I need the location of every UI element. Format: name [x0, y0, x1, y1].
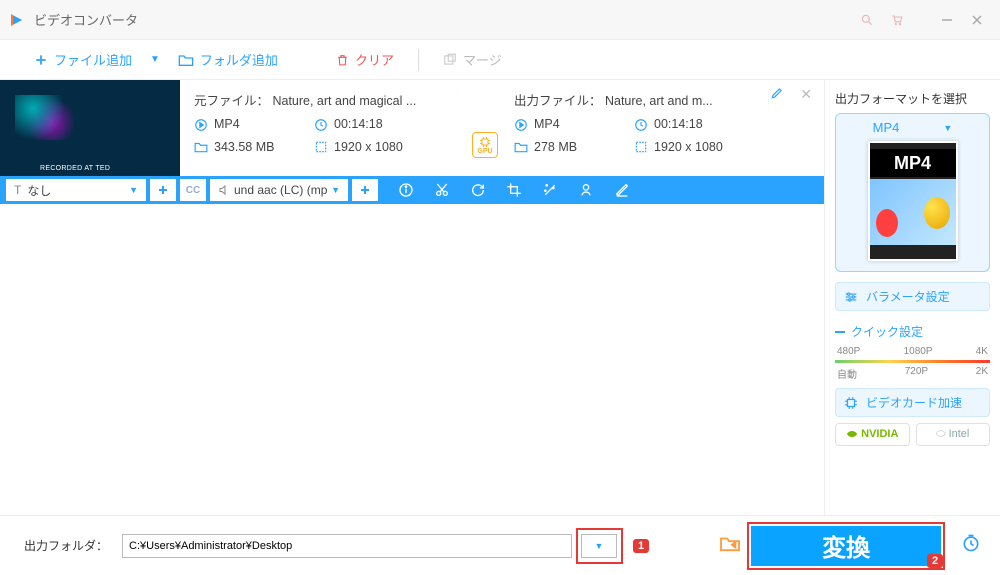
nvidia-badge[interactable]: NVIDIA — [835, 423, 910, 446]
chevron-down-icon: ▼ — [331, 185, 340, 195]
edit-output-name-icon[interactable] — [770, 86, 784, 105]
info-tool-icon[interactable] — [390, 176, 422, 204]
schedule-icon[interactable] — [961, 533, 981, 558]
add-file-dropdown-caret[interactable]: ▼ — [146, 54, 164, 65]
watermark-tool-icon[interactable] — [570, 176, 602, 204]
out-resolution: 1920 x 1080 — [654, 140, 723, 154]
folder-icon — [514, 140, 528, 154]
out-duration: 00:14:18 — [654, 117, 703, 131]
merge-button[interactable]: マージ — [437, 46, 508, 73]
source-file-label: 元ファイル： Nature, art and magical ... — [194, 90, 464, 109]
chevron-down-icon: ▼ — [595, 541, 604, 551]
quality-slider[interactable]: 480P 1080P 4K 自動 720P 2K — [835, 346, 990, 380]
search-icon[interactable] — [852, 5, 882, 35]
video-thumbnail[interactable]: RECORDED AT TED — [0, 80, 180, 176]
cut-tool-icon[interactable] — [426, 176, 458, 204]
add-file-button[interactable]: ファイル追加 — [28, 46, 138, 73]
subtitle-value: なし — [27, 182, 129, 199]
open-output-folder-icon[interactable] — [719, 534, 741, 557]
add-folder-label: フォルダ追加 — [200, 50, 278, 69]
convert-label: 変換 — [822, 528, 870, 563]
resolution-icon — [634, 140, 648, 154]
format-value: MP4 — [873, 120, 900, 135]
gpu-chip-icon[interactable]: GPU — [472, 132, 498, 158]
callout-marker-2: 2 — [927, 554, 943, 568]
cc-button[interactable]: CC — [180, 179, 206, 201]
add-audio-button[interactable] — [352, 179, 378, 201]
clear-button[interactable]: クリア — [330, 46, 400, 73]
chevron-down-icon: ▼ — [129, 185, 138, 195]
app-title: ビデオコンバータ — [34, 10, 852, 29]
toolbar-separator — [418, 49, 419, 71]
subtitle-tool-icon[interactable] — [606, 176, 638, 204]
intel-badge[interactable]: ⬭ Intel — [916, 423, 991, 446]
output-path-input[interactable]: C:¥Users¥Administrator¥Desktop — [122, 534, 572, 558]
src-duration: 00:14:18 — [334, 117, 383, 131]
gpu-accel-label: ビデオカード加速 — [866, 394, 962, 411]
src-size: 343.58 MB — [214, 140, 274, 154]
out-format: MP4 — [534, 117, 560, 131]
format-selector[interactable]: MP4 ▼ MP4 — [835, 113, 990, 272]
out-size: 278 MB — [534, 140, 577, 154]
subtitle-select[interactable]: T なし ▼ — [6, 179, 146, 201]
add-subtitle-button[interactable] — [150, 179, 176, 201]
file-item: RECORDED AT TED 元ファイル： Nature, art and m… — [0, 80, 824, 176]
src-resolution: 1920 x 1080 — [334, 140, 403, 154]
format-preview-icon: MP4 — [868, 141, 958, 261]
clock-icon — [634, 118, 648, 132]
output-file-label: 出力ファイル： Nature, art and m... — [514, 90, 784, 109]
resolution-icon — [314, 140, 328, 154]
param-settings-button[interactable]: バラメータ設定 — [835, 282, 990, 311]
chevron-down-icon: ▼ — [943, 123, 952, 133]
output-path-dropdown[interactable]: ▼ — [581, 534, 617, 558]
add-file-label: ファイル追加 — [54, 50, 132, 69]
convert-button[interactable]: 変換 — [751, 526, 941, 566]
crop-tool-icon[interactable] — [498, 176, 530, 204]
close-button[interactable] — [962, 5, 992, 35]
minimize-button[interactable] — [932, 5, 962, 35]
edit-toolbar: T なし ▼ CC und aac (LC) (mp ▼ — [0, 176, 824, 204]
callout-marker-1: 1 — [633, 539, 649, 553]
src-format: MP4 — [214, 117, 240, 131]
add-folder-button[interactable]: フォルダ追加 — [172, 46, 284, 73]
merge-label: マージ — [463, 50, 502, 69]
quick-settings-title: クイック設定 — [835, 323, 990, 340]
remove-file-icon[interactable]: ✕ — [800, 86, 812, 103]
cart-icon[interactable] — [882, 5, 912, 35]
clock-icon — [314, 118, 328, 132]
clear-label: クリア — [355, 50, 394, 69]
output-folder-label: 出力フォルダ： — [24, 537, 108, 554]
format-icon — [194, 118, 208, 132]
rotate-tool-icon[interactable] — [462, 176, 494, 204]
param-settings-label: バラメータ設定 — [866, 288, 950, 305]
app-logo-icon — [8, 11, 26, 29]
conversion-connector: GPU — [470, 80, 500, 176]
sidebar-title: 出力フォーマットを選択 — [835, 90, 990, 107]
thumb-caption: RECORDED AT TED — [40, 165, 110, 172]
audio-select[interactable]: und aac (LC) (mp ▼ — [210, 179, 348, 201]
format-icon — [514, 118, 528, 132]
gpu-chip-label: GPU — [477, 148, 492, 155]
audio-value: und aac (LC) (mp — [234, 183, 331, 197]
effects-tool-icon[interactable] — [534, 176, 566, 204]
gpu-accel-button[interactable]: ビデオカード加速 — [835, 388, 990, 417]
folder-icon — [194, 140, 208, 154]
